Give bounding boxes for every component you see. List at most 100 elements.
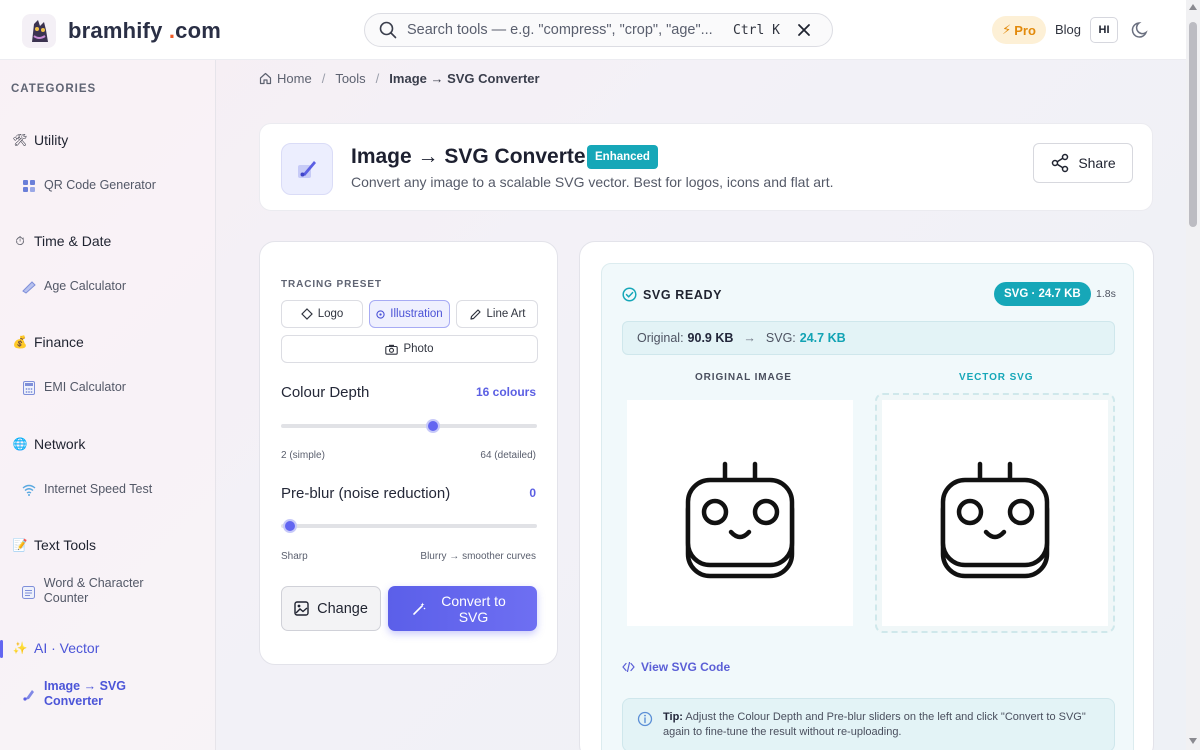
sidebar-item-age-calculator[interactable]: Age Calculator [22, 279, 126, 294]
preset-photo-button[interactable]: Photo [281, 335, 538, 363]
close-icon[interactable] [796, 22, 812, 38]
search-input[interactable]: Search tools — e.g. "compress", "crop", … [364, 13, 833, 47]
breadcrumb-tools[interactable]: Tools [335, 71, 365, 86]
breadcrumb: Home / Tools / Image → SVG Converter [259, 71, 540, 86]
sidebar-item-label: Image → SVG Converter [44, 679, 126, 708]
sidebar-item-internet-speed-test[interactable]: Internet Speed Test [22, 482, 152, 497]
category-finance[interactable]: 💰 Finance [12, 334, 84, 350]
preset-label-logo: Logo [317, 308, 344, 320]
category-label: Finance [34, 334, 84, 350]
calendar-icon [22, 280, 36, 294]
preset-label: TRACING PRESET [281, 279, 382, 290]
preset-label-photo: Photo [403, 343, 434, 355]
sparkles-icon: ✨ [12, 641, 28, 655]
svg-size-label: SVG: [765, 331, 796, 345]
convert-label: Convert to SVG [441, 592, 506, 625]
sidebar-item-label: EMI Calculator [44, 380, 126, 394]
tool-header-card: Image → SVG Converter Enhanced Convert a… [259, 123, 1153, 211]
change-label: Change [317, 600, 368, 617]
search-placeholder: Search tools — e.g. "compress", "crop", … [407, 22, 713, 38]
status-header: SVG READY [622, 287, 722, 302]
category-label: Utility [34, 132, 69, 148]
preblur-handle[interactable] [283, 519, 297, 533]
preblur-title: Pre-blur (noise reduction) [281, 485, 451, 502]
sidebar-item-word-character-counter[interactable]: Word & Character Counter [22, 576, 152, 606]
logo-name: bramhify [68, 18, 163, 43]
scroll-thumb[interactable] [1189, 22, 1197, 227]
view-svg-code-link[interactable]: View SVG Code [622, 660, 730, 674]
colour-depth-slider[interactable] [281, 424, 537, 428]
pro-button[interactable]: ⚡ Pro [992, 16, 1046, 44]
category-time-date[interactable]: ⏱ Time & Date [12, 233, 111, 249]
category-network[interactable]: 🌐 Network [12, 436, 86, 452]
share-button[interactable]: Share [1033, 143, 1133, 183]
logo-tld: com [175, 18, 221, 43]
top-header: bramhify .com Search tools — e.g. "compr… [0, 0, 1200, 60]
colour-depth-max-label: 64 (detailed) [480, 450, 536, 461]
sidebar-item-image-svg-converter[interactable]: Image → SVG Converter [22, 679, 142, 709]
diamond-icon [300, 308, 313, 320]
category-ai-vector[interactable]: ✨ AI · Vector [12, 640, 100, 656]
preblur-value: 0 [529, 486, 536, 500]
sidebar-item-label: Internet Speed Test [44, 482, 153, 496]
shortcut-hint: Ctrl K [733, 22, 780, 38]
page-scrollbar[interactable] [1186, 0, 1200, 750]
preblur-min-label: Sharp [281, 551, 308, 562]
category-utility[interactable]: 🛠 Utility [12, 132, 68, 148]
enhanced-badge: Enhanced [587, 145, 658, 169]
brush-icon [281, 143, 333, 195]
preset-illustration-button[interactable]: Illustration [369, 300, 450, 328]
logo-icon [22, 14, 56, 48]
preblur-max-label: Blurry → smoother curves [420, 551, 536, 562]
settings-panel: TRACING PRESET Logo Illustration Line Ar… [259, 241, 558, 665]
preblur-slider[interactable] [281, 524, 537, 528]
original-image-label: ORIGINAL IMAGE [695, 372, 792, 383]
search-icon [379, 21, 397, 39]
preset-logo-button[interactable]: Logo [281, 300, 363, 328]
site-logo[interactable]: bramhify .com [22, 14, 221, 48]
code-icon [622, 662, 635, 672]
breadcrumb-home[interactable]: Home [277, 71, 312, 86]
svg-size-value: 24.7 KB [799, 331, 846, 345]
share-label: Share [1078, 155, 1116, 171]
sidebar: CATEGORIES 🛠 Utility QR Code Generator ⏱… [0, 60, 216, 750]
category-text-tools[interactable]: 📝 Text Tools [12, 537, 96, 553]
stopwatch-icon: ⏱ [15, 233, 25, 248]
page-title: Image → SVG Converter [351, 145, 594, 168]
size-comparison: Original: 90.9 KB → SVG: 24.7 KB [622, 321, 1115, 355]
sidebar-item-label: Age Calculator [44, 279, 126, 293]
camera-icon [385, 344, 399, 355]
tip-label: Tip: [663, 711, 683, 723]
home-icon [259, 72, 272, 85]
colour-depth-handle[interactable] [425, 419, 440, 433]
scroll-up-arrow-icon[interactable] [1189, 4, 1197, 10]
svg-size-badge: SVG · 24.7 KB [994, 282, 1091, 306]
image-icon [294, 601, 309, 616]
colour-depth-title: Colour Depth [281, 384, 370, 401]
vector-svg-preview [882, 400, 1108, 626]
sidebar-title: CATEGORIES [11, 83, 97, 95]
original-image-preview [627, 400, 853, 626]
view-code-label: View SVG Code [641, 660, 731, 674]
moon-icon[interactable] [1131, 20, 1151, 40]
breadcrumb-separator: / [321, 71, 326, 86]
language-toggle[interactable]: HI [1090, 17, 1118, 43]
globe-icon: 🌐 [12, 437, 28, 451]
category-label: Network [34, 436, 86, 452]
scroll-down-arrow-icon[interactable] [1189, 738, 1197, 744]
memo-icon: 📝 [12, 538, 28, 552]
calculator-icon [22, 381, 36, 395]
sidebar-item-label: Word & Character Counter [43, 576, 144, 605]
change-image-button[interactable]: Change [281, 586, 381, 631]
sidebar-item-emi-calculator[interactable]: EMI Calculator [22, 380, 126, 395]
result-card: SVG READY SVG · 24.7 KB 1.8s Original: 90… [601, 263, 1134, 750]
colour-depth-value: 16 colours [475, 385, 536, 399]
pencil-icon [469, 308, 481, 320]
original-size-value: 90.9 KB [687, 331, 734, 345]
sidebar-item-qr-code-generator[interactable]: QR Code Generator [22, 178, 156, 193]
blog-link[interactable]: Blog [1055, 22, 1081, 37]
image-svg-icon [22, 688, 36, 702]
info-icon [637, 711, 653, 727]
convert-button[interactable]: Convert to SVG [388, 586, 537, 631]
preset-line-art-button[interactable]: Line Art [456, 300, 538, 328]
